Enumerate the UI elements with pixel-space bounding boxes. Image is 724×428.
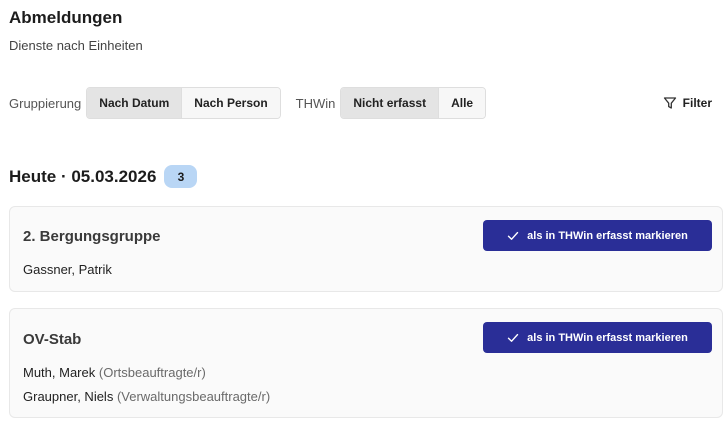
unit-title: 2. Bergungsgruppe — [23, 228, 161, 245]
filter-button[interactable]: Filter — [663, 96, 715, 110]
grouping-label: Gruppierung — [9, 95, 82, 111]
check-icon — [507, 332, 519, 344]
mark-recorded-button[interactable]: als in THWin erfasst markieren — [483, 322, 712, 353]
member-role: (Verwaltungsbeauftragte/r) — [116, 389, 271, 404]
thwin-segmented-control: Nicht erfasst Alle — [340, 87, 487, 119]
date-group-header: Heute · 05.03.2026 3 — [9, 165, 198, 188]
mark-recorded-label: als in THWin erfasst markieren — [527, 331, 688, 344]
thwin-not-recorded-button[interactable]: Nicht erfasst — [341, 88, 440, 118]
member-item: Muth, Marek (Ortsbeauftragte/r) — [23, 365, 270, 389]
check-icon — [507, 230, 519, 242]
grouping-by-date-button[interactable]: Nach Datum — [87, 88, 183, 118]
page-subtitle: Dienste nach Einheiten — [9, 38, 143, 53]
member-item: Graupner, Niels (Verwaltungsbeauftragte/… — [23, 389, 270, 413]
member-name: Gassner, Patrik — [23, 262, 112, 277]
toolbar: Gruppierung Nach Datum Nach Person THWin… — [9, 87, 715, 119]
thwin-label: THWin — [295, 95, 336, 111]
member-role: (Ortsbeauftragte/r) — [98, 365, 206, 380]
grouping-segmented-control: Nach Datum Nach Person — [86, 87, 281, 119]
thwin-all-button[interactable]: Alle — [439, 88, 486, 118]
page-title: Abmeldungen — [9, 8, 123, 27]
count-badge: 3 — [164, 165, 198, 188]
filter-funnel-icon — [663, 96, 677, 110]
unit-title: OV-Stab — [23, 331, 82, 348]
date-group-title: Heute · 05.03.2026 — [9, 166, 157, 186]
mark-recorded-label: als in THWin erfasst markieren — [527, 229, 688, 242]
unit-card: OV-Stab als in THWin erfasst markieren M… — [9, 308, 723, 418]
member-name: Graupner, Niels — [23, 389, 114, 404]
member-item: Gassner, Patrik — [23, 262, 112, 286]
grouping-by-person-button[interactable]: Nach Person — [182, 88, 280, 118]
mark-recorded-button[interactable]: als in THWin erfasst markieren — [483, 220, 712, 251]
member-name: Muth, Marek — [23, 365, 96, 380]
filter-label: Filter — [682, 96, 712, 110]
member-list: Gassner, Patrik — [23, 262, 112, 286]
member-list: Muth, Marek (Ortsbeauftragte/r) Graupner… — [23, 365, 270, 413]
unit-card: 2. Bergungsgruppe als in THWin erfasst m… — [9, 206, 723, 292]
